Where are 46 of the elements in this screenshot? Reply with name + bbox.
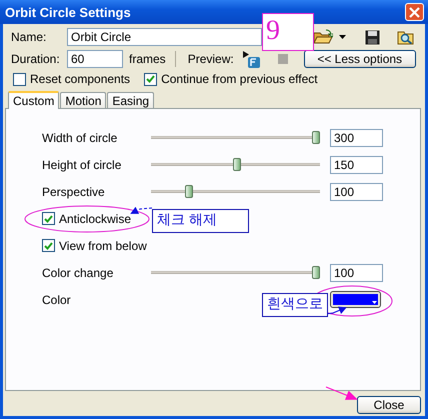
checkbox[interactable] <box>144 72 158 86</box>
setting-label: Color change <box>42 266 114 280</box>
checkbox-label: Reset components <box>30 72 130 86</box>
setting-label: Perspective <box>42 184 106 198</box>
close-icon <box>409 6 420 18</box>
value-field[interactable]: 100 <box>330 182 383 200</box>
slider-thumb[interactable] <box>312 266 320 279</box>
setting-label: Height of circle <box>42 158 122 172</box>
open-folder-icon[interactable] <box>313 29 333 45</box>
name-field[interactable]: Orbit Circle <box>67 28 262 46</box>
step-number: 9 <box>262 13 314 51</box>
frames-label: frames <box>129 52 166 66</box>
color-picker[interactable] <box>330 291 381 308</box>
window-title: Orbit Circle Settings <box>5 4 131 20</box>
tab[interactable]: Easing <box>107 92 154 108</box>
checkbox[interactable] <box>42 239 55 252</box>
caret-icon[interactable] <box>339 35 346 39</box>
pointer-arrow <box>326 386 358 400</box>
checkbox-label: Anticlockwise <box>59 212 132 226</box>
close-button[interactable] <box>405 3 424 21</box>
slider-thumb[interactable] <box>312 131 320 144</box>
folder-search-icon[interactable] <box>397 29 414 45</box>
checkbox-label: View from below <box>59 238 147 252</box>
caret-icon <box>372 301 377 304</box>
close-button[interactable]: Close <box>357 396 421 414</box>
setting-label: Width of circle <box>42 130 118 144</box>
value-field[interactable]: 100 <box>330 264 383 282</box>
tab[interactable]: Motion <box>60 92 106 108</box>
setting-label: Color <box>42 292 72 306</box>
checkbox[interactable] <box>13 72 26 86</box>
callout-note: 흰색으로 <box>262 293 328 317</box>
value-field[interactable]: 150 <box>330 156 383 174</box>
checkbox[interactable] <box>42 212 55 225</box>
callout-note: 체크 해제 <box>152 209 249 233</box>
slider-thumb[interactable] <box>184 185 193 198</box>
play-effect-icon[interactable] <box>242 50 261 68</box>
name-label: Name: <box>10 30 48 44</box>
preview-label: Preview: <box>188 52 234 66</box>
value-field[interactable]: 300 <box>330 128 383 146</box>
tab[interactable]: Custom <box>8 91 60 109</box>
less-options-button[interactable]: << Less options <box>304 50 416 68</box>
checkbox-label: Continue from previous effect <box>161 72 318 86</box>
duration-label: Duration: <box>10 52 61 66</box>
slider-thumb[interactable] <box>233 158 242 171</box>
duration-field[interactable]: 60 <box>67 50 123 68</box>
pointer-arrow <box>130 206 152 214</box>
